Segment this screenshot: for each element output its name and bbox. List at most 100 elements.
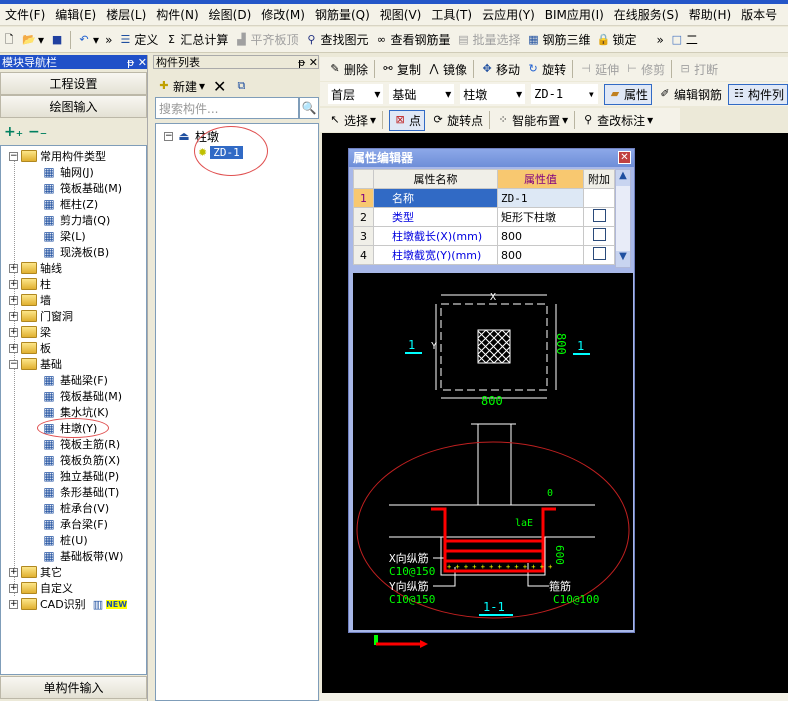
extra-checkbox[interactable] (592, 209, 606, 222)
project-settings-button[interactable]: 工程设置 (0, 72, 147, 95)
delete-button[interactable]: ✎ 删除 (328, 61, 368, 78)
tree-item[interactable]: ▦ 框柱(Z) (41, 196, 98, 212)
tree-item[interactable]: + 门窗洞 (9, 308, 73, 324)
tree-item[interactable]: ▦ 基础梁(F) (41, 372, 108, 388)
sum-button[interactable]: Σ 汇总计算 (164, 31, 229, 48)
tree-item[interactable]: ▦ 筏板主筋(R) (41, 436, 120, 452)
view-rebar-button[interactable]: ∞ 查看钢筋量 (374, 31, 451, 48)
table-row[interactable]: 3 柱墩截长(X)(mm) 800 (353, 226, 615, 246)
more-button[interactable]: » (105, 33, 112, 47)
extra-checkbox[interactable] (592, 228, 606, 241)
copy-component-button[interactable]: ⧉ (234, 79, 248, 93)
property-value[interactable]: 800 (497, 226, 584, 246)
expand-icon[interactable]: + (9, 279, 18, 289)
table-row[interactable]: 4 柱墩截宽(Y)(mm) 800 (353, 245, 615, 265)
expand-icon[interactable]: + (9, 295, 18, 305)
search-button[interactable]: 🔍 (299, 97, 319, 119)
menu-item[interactable]: 修改(M) (256, 6, 310, 23)
view-2d-button[interactable]: □ 二 (670, 31, 698, 48)
menu-item[interactable]: 绘图(D) (204, 6, 257, 23)
trim-button[interactable]: ⊢ 修剪 (625, 61, 665, 78)
floor-select[interactable]: 首层 ▾ (328, 84, 384, 104)
collapse-icon[interactable]: − (164, 131, 173, 141)
tree-item[interactable]: + 其它 (9, 564, 62, 580)
tree-item[interactable]: ▦ 独立基础(P) (41, 468, 119, 484)
tree-item[interactable]: + 墙 (9, 292, 51, 308)
pin-close-icons[interactable]: ᵽ ✕ (298, 56, 318, 69)
category-select[interactable]: 基础 ▾ (389, 84, 455, 104)
collapse-all-icon[interactable]: −₋ (28, 124, 47, 140)
table-row[interactable]: 1 名称 ZD-1 (353, 188, 615, 208)
expand-icon[interactable]: + (9, 327, 18, 337)
tree-item[interactable]: ▦ 筏板负筋(X) (41, 452, 120, 468)
tree-item[interactable]: ▦ 承台梁(F) (41, 516, 108, 532)
expand-icon[interactable]: + (9, 567, 18, 577)
expand-all-icon[interactable]: +₊ (4, 124, 23, 140)
expand-icon[interactable]: + (9, 311, 18, 321)
lock-button[interactable]: 🔒 锁定 (597, 31, 637, 48)
batch-select-button[interactable]: ▤ 批量选择 (456, 31, 520, 48)
scroll-down-icon[interactable]: ▼ (616, 251, 630, 267)
menu-item[interactable]: 楼层(L) (101, 6, 151, 23)
rotate-button[interactable]: ↻ 旋转 (526, 61, 566, 78)
smart-layout-button[interactable]: ⁘ 智能布置 ▾ (496, 112, 568, 129)
new-component-button[interactable]: ✚ 新建 ▾ (157, 78, 205, 95)
menu-item[interactable]: 云应用(Y) (477, 6, 540, 23)
edit-rebar-button[interactable]: ✐ 编辑钢筋 (658, 86, 722, 103)
delete-component-button[interactable]: ✕ (213, 77, 226, 96)
property-value[interactable]: 800 (497, 245, 584, 265)
tree-item[interactable]: + CAD识别 ▥ NEW (9, 596, 128, 612)
tree-item[interactable]: ▦ 柱墩(Y) (37, 418, 109, 438)
tree-item[interactable]: + 板 (9, 340, 51, 356)
menu-item[interactable]: 编辑(E) (50, 6, 101, 23)
menu-item[interactable]: BIM应用(I) (540, 6, 609, 23)
single-input-button[interactable]: 单构件输入 (0, 676, 147, 699)
level-slab-button[interactable]: ▟ 平齐板顶 (234, 31, 298, 48)
tree-item[interactable]: ▦ 桩承台(V) (41, 500, 109, 516)
tree-item[interactable]: ▦ 梁(L) (41, 228, 85, 244)
undo-button[interactable]: ↶ ▾ (77, 33, 99, 47)
save-button[interactable]: ■ (50, 33, 64, 47)
property-value[interactable]: 矩形下柱墩 (497, 207, 584, 227)
menu-item[interactable]: 视图(V) (375, 6, 427, 23)
point-button[interactable]: ⊠ 点 (389, 109, 426, 131)
collapse-icon[interactable]: − (9, 151, 18, 161)
tree-item[interactable]: + 轴线 (9, 260, 62, 276)
tree-item[interactable]: ▦ 筏板基础(M) (41, 388, 122, 404)
open-button[interactable]: 📂 ▾ (22, 33, 44, 47)
close-button[interactable]: ✕ (618, 151, 631, 164)
move-button[interactable]: ✥ 移动 (480, 61, 520, 78)
tree-item[interactable]: + 自定义 (9, 580, 73, 596)
edit-label-button[interactable]: ⚲ 查改标注 ▾ (581, 112, 653, 129)
table-row[interactable]: 2 类型 矩形下柱墩 (353, 207, 615, 227)
menu-item[interactable]: 构件(N) (151, 6, 203, 23)
pin-close-icons[interactable]: ᵽ ✕ (127, 56, 147, 69)
tree-item[interactable]: ▦ 条形基础(T) (41, 484, 119, 500)
new-file-button[interactable]: 🗋 (2, 33, 16, 47)
scroll-up-icon[interactable]: ▲ (616, 170, 630, 186)
menu-item[interactable]: 工具(T) (426, 6, 477, 23)
expand-icon[interactable]: + (9, 583, 18, 593)
component-select[interactable]: ZD-1 ▾ (531, 84, 598, 104)
component-list-button[interactable]: ☷ 构件列 (727, 83, 788, 105)
define-button[interactable]: ☰ 定义 (118, 31, 158, 48)
menu-item[interactable]: 版本号 (736, 6, 782, 23)
tree-item[interactable]: ▦ 轴网(J) (41, 164, 94, 180)
tree-item[interactable]: − 基础 (9, 356, 62, 372)
mirror-button[interactable]: ⋀ 镜像 (427, 61, 468, 78)
table-scrollbar[interactable]: ▲ ▼ (615, 169, 631, 268)
menu-item[interactable]: 文件(F) (0, 6, 50, 23)
tree-item[interactable]: ▦ 现浇板(B) (41, 244, 109, 260)
expand-icon[interactable]: + (9, 343, 18, 353)
menu-item[interactable]: 帮助(H) (684, 6, 736, 23)
select-button[interactable]: ↖ 选择 ▾ (328, 112, 376, 129)
draw-input-button[interactable]: 绘图输入 (0, 95, 147, 118)
copy-button[interactable]: ⚯ 复制 (381, 61, 421, 78)
tree-item[interactable]: + 柱 (9, 276, 51, 292)
expand-icon[interactable]: + (9, 599, 18, 609)
expand-icon[interactable]: + (9, 263, 18, 273)
property-value[interactable]: ZD-1 (497, 188, 584, 208)
menu-item[interactable]: 钢筋量(Q) (310, 6, 375, 23)
tree-item[interactable]: ▦ 剪力墙(Q) (41, 212, 110, 228)
component-search-input[interactable]: 搜索构件... (155, 97, 299, 119)
